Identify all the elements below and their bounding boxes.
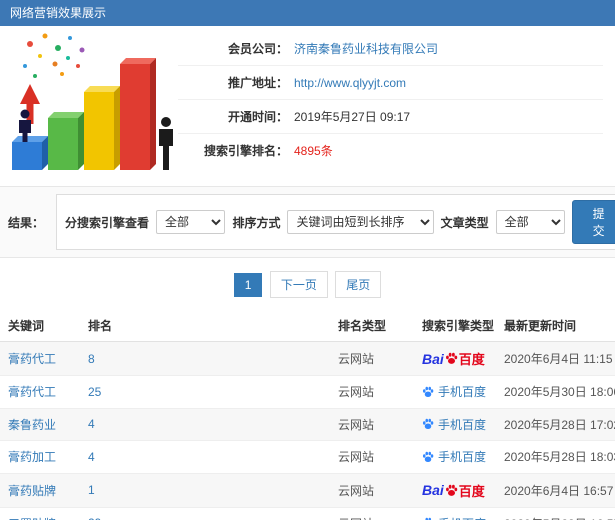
company-info: 会员公司： 济南秦鲁药业科技有限公司 推广地址： http://www.qlyy… [178,26,615,186]
baidu-paw-icon [445,352,458,364]
sort-select[interactable]: 关键词由短到长排序 [287,210,434,234]
table-row: 膏药代工 25 云网站 手机百度 2020年5月30日 18:06 [0,375,615,409]
filter-panel: 分搜索引擎查看 全部 排序方式 关键词由短到长排序 文章类型 全部 提交 [56,194,615,250]
update-time-cell: 2020年6月4日 11:15 [496,341,615,376]
engine-select[interactable]: 全部 [156,210,226,234]
last-page-button[interactable]: 尾页 [335,271,382,298]
update-time-cell: 2020年5月28日 17:02 [496,408,615,441]
table-row: 秦鲁药业 4 云网站 手机百度 2020年5月28日 17:02 [0,408,615,441]
header-rank-type: 排名类型 [330,310,414,342]
baidu-logo-bai: Bai [422,482,444,498]
table-row: 膏药贴牌 1 云网站 Bai 百度 2020年6月4日 16:57 [0,473,615,508]
rank-cell[interactable]: 29 [80,507,330,520]
baidu-logo: Bai 百度 [422,349,485,368]
mobile-baidu-label: 手机百度 [438,450,487,464]
mobile-baidu-paw-icon [422,386,434,397]
rank-type-cell: 云网站 [330,341,414,376]
table-row: 膏药加工 4 云网站 手机百度 2020年5月28日 18:03 [0,440,615,474]
keyword-cell[interactable]: 膏药代工 [0,375,80,409]
company-name-row: 会员公司： 济南秦鲁药业科技有限公司 [178,32,603,66]
open-time-value: 2019年5月27日 09:17 [294,110,411,124]
engine-cell: 手机百度 [414,408,496,441]
company-name-label: 会员公司： [227,42,288,56]
header-rank: 排名 [80,310,330,342]
baidu-paw-icon [445,484,458,496]
rank-cell[interactable]: 1 [80,473,330,508]
page: 网络营销效果展示 会员公司： 济南秦鲁药业科技有限公司 推广地址： http:/… [0,0,615,520]
rank-type-cell: 云网站 [330,440,414,474]
open-time-label: 开通时间： [227,110,288,124]
baidu-logo-text: 百度 [458,483,485,499]
rank-count-label: 搜索引擎排名： [203,144,288,158]
mobile-baidu-label: 手机百度 [438,515,486,520]
keyword-cell[interactable]: 秦鲁药业 [0,408,80,441]
header-keyword: 关键词 [0,310,80,342]
keyword-cell[interactable]: 膏药贴牌 [0,473,80,508]
mobile-baidu-badge: 手机百度 [422,448,486,465]
keyword-table: 关键词 排名 排名类型 搜索引擎类型 最新更新时间 膏药代工 8 云网站 Bai [0,310,615,520]
open-time-row: 开通时间： 2019年5月27日 09:17 [178,100,603,134]
sort-filter-label: 排序方式 [232,215,281,230]
confetti-dots [23,33,85,78]
mobile-baidu-label: 手机百度 [438,385,487,399]
rank-count-row: 搜索引擎排名： 4895条 [178,134,603,167]
update-time-cell: 2020年5月30日 18:06 [496,375,615,409]
filter-band: 结果： 分搜索引擎查看 全部 排序方式 关键词由短到长排序 文章类型 全部 提交 [0,186,615,258]
baidu-logo-text: 百度 [458,352,485,367]
keyword-table-body: 膏药代工 8 云网站 Bai 百度 2020年6月4日 11:15 膏药代工 2… [0,341,615,520]
rank-cell[interactable]: 25 [80,375,330,409]
mobile-baidu-label: 手机百度 [438,417,487,432]
submit-button[interactable]: 提交 [572,200,615,244]
result-label: 结果： [8,215,45,230]
engine-cell: Bai 百度 [414,473,496,508]
rank-type-cell: 云网站 [330,408,414,441]
company-name-link[interactable]: 济南秦鲁药业科技有限公司 [294,40,438,57]
header-update-time: 最新更新时间 [496,310,615,342]
baidu-logo-bai: Bai [422,350,444,367]
rank-type-cell: 云网站 [330,375,414,409]
rank-cell[interactable]: 8 [80,341,330,376]
mobile-baidu-paw-icon [422,451,434,462]
promo-url-label: 推广地址： [227,76,288,90]
page-number-current[interactable]: 1 [233,273,263,297]
type-filter-label: 文章类型 [440,215,489,230]
mobile-baidu-badge: 手机百度 [422,416,486,433]
rank-count-value: 4895条 [294,144,333,158]
update-time-cell: 2020年6月4日 16:57 [496,473,615,508]
engine-cell: Bai 百度 [414,341,496,376]
chart-illustration [0,26,178,184]
baidu-logo: Bai 百度 [422,481,485,500]
update-time-cell: 2020年5月28日 16:55 [496,507,615,520]
rank-cell[interactable]: 4 [80,440,330,474]
table-row: 口罩贴牌 29 云网站 手机百度 2020年5月28日 16:55 [0,507,615,520]
next-page-button[interactable]: 下一页 [269,271,328,298]
figure-right [159,117,173,170]
keyword-cell[interactable]: 膏药加工 [0,440,80,474]
page-title: 网络营销效果展示 [0,0,615,26]
promo-url-row: 推广地址： http://www.qlyyjt.com [178,66,603,100]
engine-cell: 手机百度 [414,507,496,520]
keyword-cell[interactable]: 膏药代工 [0,341,80,376]
rank-cell[interactable]: 4 [80,408,330,441]
pagination: 1 下一页 尾页 [0,258,615,310]
table-header-row: 关键词 排名 排名类型 搜索引擎类型 最新更新时间 [0,310,615,342]
type-select[interactable]: 全部 [495,210,566,234]
table-row: 膏药代工 8 云网站 Bai 百度 2020年6月4日 11:15 [0,341,615,376]
header-engine-type: 搜索引擎类型 [414,310,496,342]
engine-cell: 手机百度 [414,440,496,474]
mobile-baidu-badge: 手机百度 [422,383,486,400]
mobile-baidu-badge: 手机百度 [422,515,486,520]
company-section: 会员公司： 济南秦鲁药业科技有限公司 推广地址： http://www.qlyy… [0,26,615,186]
promo-url-link[interactable]: http://www.qlyyjt.com [294,76,406,90]
rank-type-cell: 云网站 [330,507,414,520]
rank-type-cell: 云网站 [330,473,414,508]
keyword-cell[interactable]: 口罩贴牌 [0,507,80,520]
engine-filter-label: 分搜索引擎查看 [65,215,150,230]
update-time-cell: 2020年5月28日 18:03 [496,440,615,474]
engine-cell: 手机百度 [414,375,496,409]
mobile-baidu-paw-icon [422,418,434,429]
